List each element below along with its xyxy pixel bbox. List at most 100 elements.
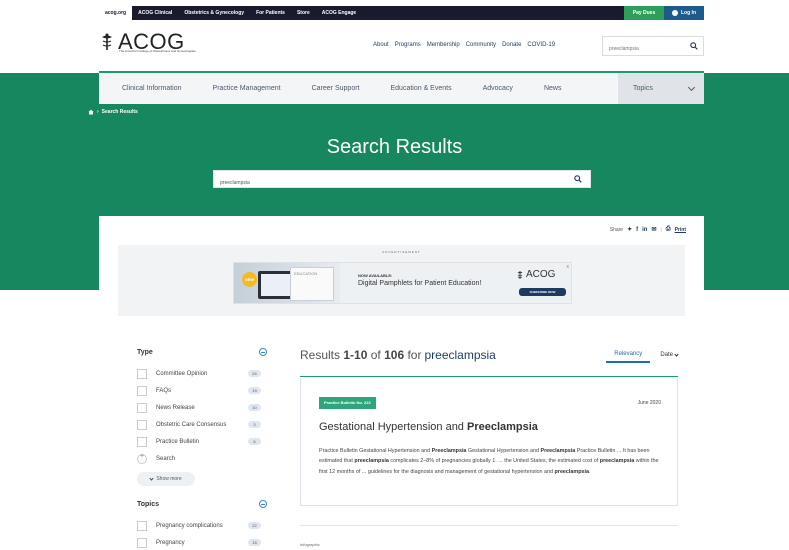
filter-item-faqs[interactable]: FAQs 19 bbox=[137, 382, 267, 399]
utility-tab-store[interactable]: Store bbox=[291, 6, 316, 20]
result-title[interactable]: Gestational Hypertension and Preeclampsi… bbox=[319, 421, 538, 433]
filter-label: Pregnancy bbox=[156, 539, 185, 546]
nav-programs[interactable]: Programs bbox=[395, 42, 421, 48]
search-icon[interactable] bbox=[574, 175, 582, 183]
utility-tab-obgyn[interactable]: Obstetrics & Gynecology bbox=[178, 6, 250, 20]
filter-item-obstetric-care-consensus[interactable]: Obstetric Care Consensus 3 bbox=[137, 416, 267, 433]
plus-icon[interactable] bbox=[137, 453, 147, 464]
chevron-down-icon bbox=[149, 475, 154, 481]
chevron-down-icon bbox=[674, 351, 679, 357]
breadcrumb: › Search Results bbox=[88, 109, 138, 115]
share-bar: Share ✦ f in ✉ | ⎙ Print bbox=[610, 226, 686, 233]
filter-item-committee-opinion[interactable]: Committee Opinion 24 bbox=[137, 365, 267, 382]
filter-label: FAQs bbox=[156, 387, 172, 394]
secnav-advocacy[interactable]: Advocacy bbox=[483, 85, 513, 92]
filter-item-practice-bulletin[interactable]: Practice Bulletin 6 bbox=[137, 433, 267, 450]
results-search-input[interactable] bbox=[214, 175, 554, 191]
excerpt-highlight: preeclampsia bbox=[554, 468, 590, 475]
filter-item-pregnancy-complications[interactable]: Pregnancy complications 22 bbox=[137, 517, 267, 534]
count-badge: 22 bbox=[248, 522, 261, 529]
utility-tab-acog-engage[interactable]: ACOG Engage bbox=[316, 6, 362, 20]
print-link[interactable]: Print bbox=[675, 227, 686, 233]
result-type-tag[interactable]: Practice Bulletin No. 222 bbox=[319, 397, 376, 409]
page: acog.org ACOG Clinical Obstetrics & Gyne… bbox=[0, 0, 789, 550]
result-card[interactable]: Practice Bulletin No. 222 June 2020 Gest… bbox=[300, 378, 678, 506]
excerpt-highlight: preeclampsia bbox=[599, 458, 635, 465]
checkbox[interactable] bbox=[137, 520, 147, 531]
count-badge: 6 bbox=[248, 438, 261, 445]
result-separator bbox=[300, 525, 678, 526]
collapse-icon[interactable] bbox=[259, 500, 267, 508]
linkedin-icon[interactable]: in bbox=[642, 227, 647, 233]
email-icon[interactable]: ✉ bbox=[651, 226, 656, 233]
utility-tab-acog-org[interactable]: acog.org bbox=[99, 6, 133, 20]
results-search bbox=[213, 170, 591, 191]
checkbox[interactable] bbox=[137, 368, 147, 379]
acog-caduceus-icon bbox=[517, 270, 523, 279]
nav-community[interactable]: Community bbox=[466, 42, 496, 48]
filter-label: News Release bbox=[156, 404, 195, 411]
topics-dropdown[interactable]: Topics bbox=[618, 73, 704, 104]
filter-item-pregnancy[interactable]: Pregnancy 15 bbox=[137, 534, 267, 550]
result-title-pre: Gestational Hypertension and bbox=[319, 421, 467, 433]
close-icon[interactable]: x bbox=[567, 264, 570, 270]
facebook-icon[interactable]: f bbox=[636, 227, 638, 233]
checkbox[interactable] bbox=[137, 419, 147, 430]
filter-item-search[interactable]: Search bbox=[137, 450, 267, 467]
filter-topics-list: Pregnancy complications 22 Pregnancy 15 bbox=[137, 517, 267, 550]
filters-sidebar: Type Committee Opinion 24 FAQs 19 News R… bbox=[137, 347, 267, 550]
checkbox[interactable] bbox=[137, 385, 147, 396]
header-search-input[interactable] bbox=[603, 40, 683, 58]
search-icon[interactable] bbox=[690, 42, 698, 50]
secnav-education-events[interactable]: Education & Events bbox=[390, 85, 451, 92]
filter-label: Pregnancy complications bbox=[156, 522, 223, 529]
ad-brand: ACOG bbox=[526, 269, 556, 280]
sort-date[interactable]: Date bbox=[660, 351, 679, 363]
acog-caduceus-icon bbox=[102, 33, 112, 50]
filter-item-news-release[interactable]: News Release 10 bbox=[137, 399, 267, 416]
utility-bar: acog.org ACOG Clinical Obstetrics & Gyne… bbox=[99, 6, 704, 20]
next-result-type: Infographic bbox=[300, 542, 320, 547]
count-badge: 10 bbox=[248, 404, 261, 411]
count-badge: 24 bbox=[248, 370, 261, 377]
utility-tab-for-patients[interactable]: For Patients bbox=[250, 6, 291, 20]
filter-topics: Topics Pregnancy complications 22 Pregna… bbox=[137, 499, 267, 550]
collapse-icon[interactable] bbox=[259, 348, 267, 356]
secnav-clinical-information[interactable]: Clinical Information bbox=[122, 85, 182, 92]
print-icon[interactable]: ⎙ bbox=[666, 226, 671, 233]
share-label: Share bbox=[609, 226, 624, 233]
checkbox[interactable] bbox=[137, 537, 147, 548]
checkbox[interactable] bbox=[137, 402, 147, 413]
checkbox[interactable] bbox=[137, 436, 147, 447]
secnav-practice-management[interactable]: Practice Management bbox=[213, 85, 281, 92]
sort-date-label: Date bbox=[660, 352, 673, 358]
topics-label: Topics bbox=[633, 85, 653, 92]
excerpt-highlight: preeclampsia bbox=[354, 458, 389, 465]
nav-membership[interactable]: Membership bbox=[427, 42, 460, 48]
filter-label: Practice Bulletin bbox=[156, 438, 200, 445]
twitter-icon[interactable]: ✦ bbox=[627, 226, 632, 233]
pay-dues-button[interactable]: Pay Dues bbox=[624, 6, 664, 20]
filter-type-header[interactable]: Type bbox=[137, 347, 267, 357]
results-divider bbox=[300, 376, 678, 377]
breadcrumb-current: Search Results bbox=[101, 109, 138, 115]
utility-tab-acog-clinical[interactable]: ACOG Clinical bbox=[132, 6, 178, 20]
nav-about[interactable]: About bbox=[373, 42, 389, 48]
home-icon[interactable] bbox=[88, 109, 94, 115]
ad-subscribe-button[interactable]: SUBSCRIBE NOW bbox=[519, 288, 566, 296]
user-icon bbox=[672, 10, 678, 16]
filter-topics-header[interactable]: Topics bbox=[137, 499, 267, 509]
count-badge: 19 bbox=[248, 387, 261, 394]
nav-covid-19[interactable]: COVID-19 bbox=[527, 42, 555, 48]
excerpt-highlight: Preeclampsia bbox=[431, 448, 467, 454]
secnav-news[interactable]: News bbox=[544, 85, 562, 92]
nav-donate[interactable]: Donate bbox=[502, 42, 521, 48]
ad-headline: Digital Pamphlets for Patient Education! bbox=[358, 280, 482, 287]
sort-relevancy[interactable]: Relevancy bbox=[606, 351, 651, 363]
login-button[interactable]: Log In bbox=[664, 6, 704, 20]
ad-banner[interactable]: NEW EDUCATION NOW AVAILABLE: Digital Pam… bbox=[233, 262, 572, 304]
show-more-button[interactable]: Show more bbox=[137, 472, 195, 486]
site-header: ACOG The American College of Obstetricia… bbox=[99, 28, 704, 68]
utility-actions: Pay Dues Log In bbox=[624, 6, 704, 20]
secnav-career-support[interactable]: Career Support bbox=[312, 85, 360, 92]
